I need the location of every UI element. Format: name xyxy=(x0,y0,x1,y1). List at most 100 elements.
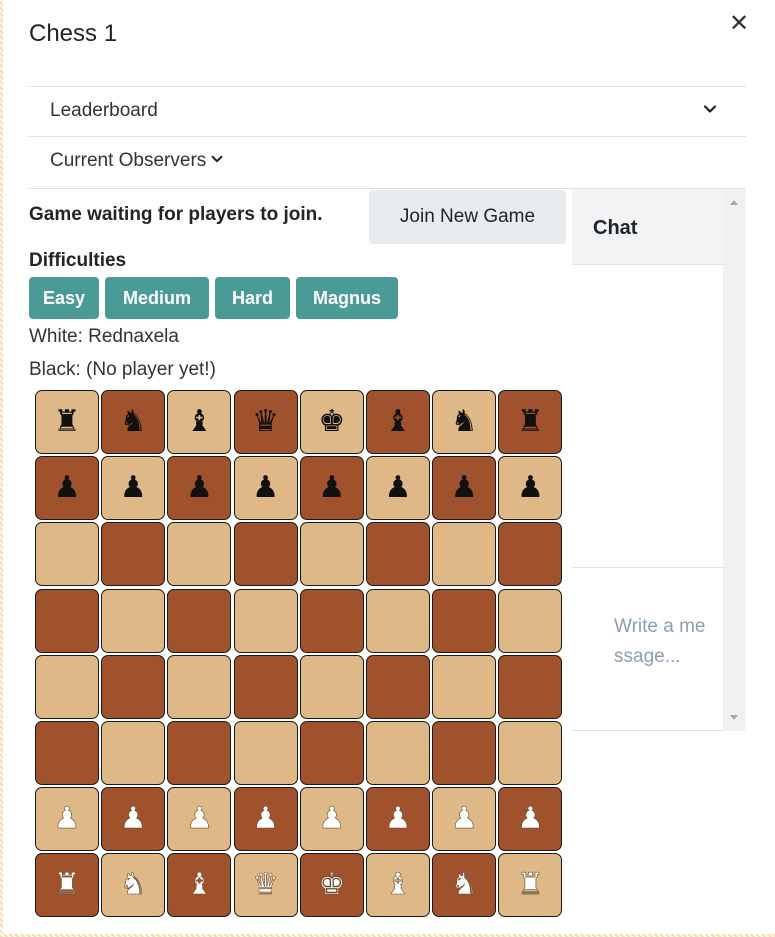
black-pawn-icon[interactable]: ♟ xyxy=(517,473,544,503)
board-square[interactable]: ♜ xyxy=(498,853,563,918)
board-square[interactable]: ♟ xyxy=(233,456,298,521)
join-new-game-button[interactable]: Join New Game xyxy=(369,190,566,244)
difficulty-magnus-button[interactable]: Magnus xyxy=(296,277,398,319)
board-square[interactable]: ♟ xyxy=(167,456,232,521)
black-bishop-icon[interactable]: ♝ xyxy=(385,407,412,437)
black-bishop-icon[interactable]: ♝ xyxy=(186,407,213,437)
scrollbar[interactable] xyxy=(723,189,745,731)
board-square[interactable] xyxy=(366,522,430,587)
white-knight-icon[interactable]: ♞ xyxy=(450,870,478,901)
board-square[interactable]: ♛ xyxy=(233,853,298,918)
white-rook-icon[interactable]: ♜ xyxy=(517,870,545,901)
black-rook-icon[interactable]: ♜ xyxy=(54,407,81,437)
board-square[interactable]: ♛ xyxy=(233,390,298,454)
board-square[interactable] xyxy=(432,588,497,653)
board-square[interactable]: ♟ xyxy=(432,456,497,521)
leaderboard-accordion[interactable]: Leaderboard xyxy=(29,86,746,136)
scroll-up-icon[interactable] xyxy=(723,191,745,213)
difficulty-easy-button[interactable]: Easy xyxy=(29,277,99,319)
white-pawn-icon[interactable]: ♟ xyxy=(53,803,81,834)
black-pawn-icon[interactable]: ♟ xyxy=(54,473,81,503)
board-square[interactable]: ♚ xyxy=(299,853,364,918)
board-square[interactable] xyxy=(233,588,298,653)
board-square[interactable]: ♞ xyxy=(432,853,497,918)
board-square[interactable]: ♟ xyxy=(101,787,166,852)
board-square[interactable] xyxy=(498,588,563,653)
board-square[interactable] xyxy=(35,588,99,653)
white-bishop-icon[interactable]: ♝ xyxy=(384,870,412,901)
white-pawn-icon[interactable]: ♟ xyxy=(252,803,280,834)
board-square[interactable] xyxy=(366,654,430,719)
board-square[interactable] xyxy=(101,522,166,587)
scroll-down-icon[interactable] xyxy=(723,707,745,729)
board-square[interactable] xyxy=(498,721,563,785)
board-square[interactable] xyxy=(498,522,563,587)
board-square[interactable]: ♟ xyxy=(35,456,99,521)
chess-board[interactable]: ♜ ♞ ♝ ♛ ♚ ♝ ♞ ♜ ♟ ♟ ♟ ♟ ♟ ♟ ♟ ♟ ♟ ♟ ♟ ♟ ♟ ♟ ♟ ♟ ♜ ♞ ♝ ♛ ♚ ♝ ♞ ♜ xyxy=(35,390,565,920)
board-square[interactable]: ♟ xyxy=(366,787,430,852)
board-square[interactable] xyxy=(35,522,99,587)
board-square[interactable]: ♜ xyxy=(498,390,563,454)
board-square[interactable]: ♟ xyxy=(366,456,430,521)
white-pawn-icon[interactable]: ♟ xyxy=(119,803,147,834)
white-pawn-icon[interactable]: ♟ xyxy=(517,803,545,834)
close-icon[interactable]: ✕ xyxy=(726,10,752,38)
board-square[interactable] xyxy=(366,721,430,785)
board-square[interactable] xyxy=(101,588,166,653)
board-square[interactable] xyxy=(167,522,232,587)
black-pawn-icon[interactable]: ♟ xyxy=(186,473,213,503)
chat-input-area[interactable]: Write a message... xyxy=(572,567,723,731)
black-pawn-icon[interactable]: ♟ xyxy=(385,473,412,503)
board-square[interactable]: ♞ xyxy=(101,390,166,454)
difficulty-medium-button[interactable]: Medium xyxy=(105,277,209,319)
board-square[interactable] xyxy=(299,721,364,785)
difficulty-hard-button[interactable]: Hard xyxy=(215,277,290,319)
white-pawn-icon[interactable]: ♟ xyxy=(450,803,478,834)
board-square[interactable] xyxy=(167,721,232,785)
board-square[interactable] xyxy=(167,654,232,719)
board-square[interactable] xyxy=(498,654,563,719)
board-square[interactable]: ♝ xyxy=(366,853,430,918)
board-square[interactable]: ♟ xyxy=(233,787,298,852)
board-square[interactable]: ♟ xyxy=(35,787,99,852)
white-king-icon[interactable]: ♚ xyxy=(318,870,346,901)
board-square[interactable]: ♟ xyxy=(299,456,364,521)
board-square[interactable]: ♞ xyxy=(432,390,497,454)
board-square[interactable] xyxy=(299,588,364,653)
black-queen-icon[interactable]: ♛ xyxy=(252,407,279,437)
board-square[interactable]: ♚ xyxy=(299,390,364,454)
white-bishop-icon[interactable]: ♝ xyxy=(186,870,214,901)
black-pawn-icon[interactable]: ♟ xyxy=(120,473,147,503)
white-queen-icon[interactable]: ♛ xyxy=(252,870,280,901)
board-square[interactable]: ♟ xyxy=(167,787,232,852)
observers-accordion[interactable]: Current Observers xyxy=(29,136,746,188)
board-square[interactable]: ♟ xyxy=(432,787,497,852)
black-knight-icon[interactable]: ♞ xyxy=(451,407,478,437)
board-square[interactable]: ♞ xyxy=(101,853,166,918)
black-pawn-icon[interactable]: ♟ xyxy=(451,473,478,503)
board-square[interactable]: ♟ xyxy=(498,787,563,852)
board-square[interactable] xyxy=(233,654,298,719)
board-square[interactable] xyxy=(432,654,497,719)
board-square[interactable]: ♟ xyxy=(498,456,563,521)
board-square[interactable]: ♝ xyxy=(167,853,232,918)
board-square[interactable] xyxy=(432,522,497,587)
black-pawn-icon[interactable]: ♟ xyxy=(252,473,279,503)
black-pawn-icon[interactable]: ♟ xyxy=(318,473,345,503)
board-square[interactable] xyxy=(299,654,364,719)
white-pawn-icon[interactable]: ♟ xyxy=(318,803,346,834)
board-square[interactable] xyxy=(432,721,497,785)
white-pawn-icon[interactable]: ♟ xyxy=(186,803,214,834)
board-square[interactable]: ♟ xyxy=(299,787,364,852)
board-square[interactable]: ♝ xyxy=(366,390,430,454)
black-knight-icon[interactable]: ♞ xyxy=(120,407,147,437)
board-square[interactable] xyxy=(233,721,298,785)
white-rook-icon[interactable]: ♜ xyxy=(53,870,81,901)
board-square[interactable] xyxy=(101,654,166,719)
board-square[interactable] xyxy=(101,721,166,785)
board-square[interactable] xyxy=(233,522,298,587)
board-square[interactable]: ♜ xyxy=(35,853,99,918)
black-king-icon[interactable]: ♚ xyxy=(318,407,345,437)
board-square[interactable]: ♝ xyxy=(167,390,232,454)
board-square[interactable]: ♜ xyxy=(35,390,99,454)
